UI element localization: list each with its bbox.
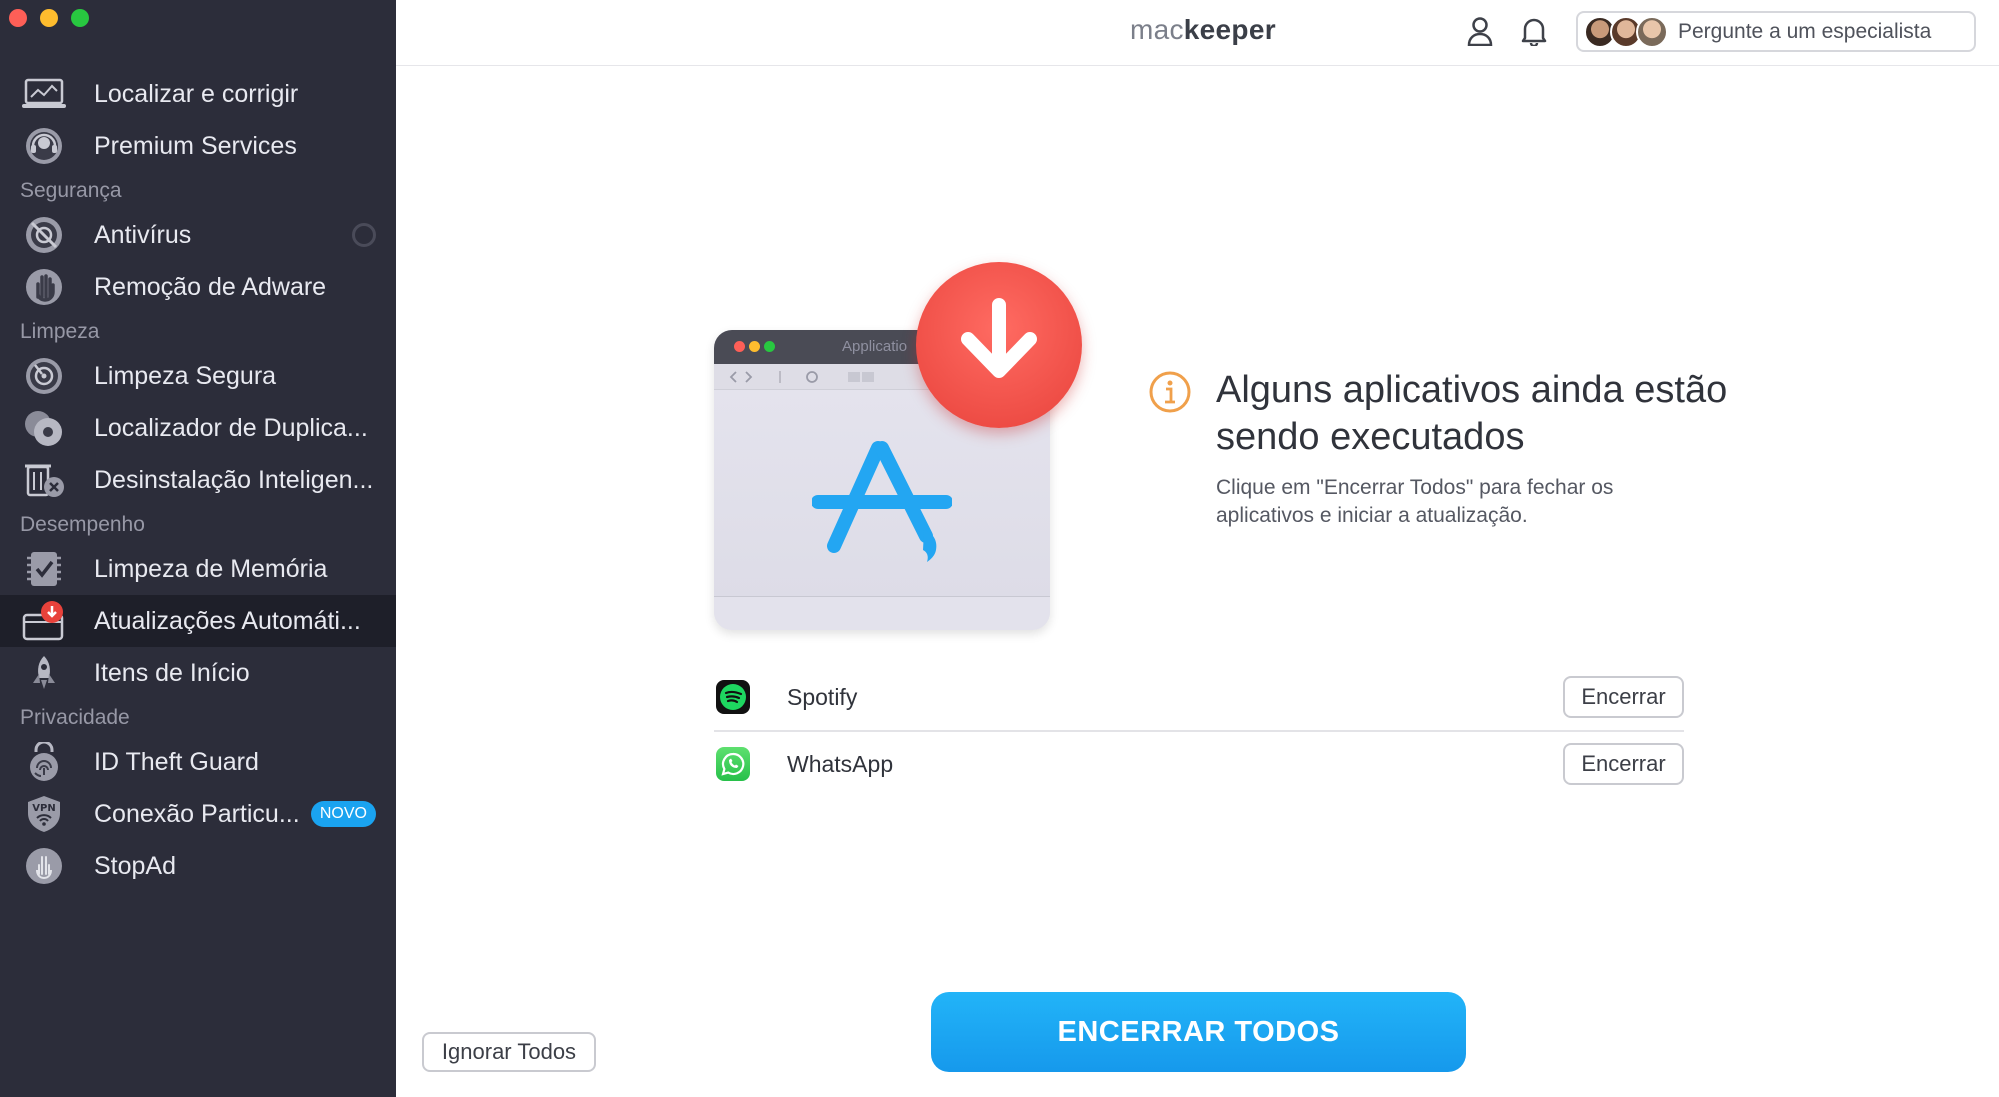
window-controls: [9, 9, 89, 27]
notifications-bell-icon[interactable]: [1518, 15, 1550, 47]
sidebar-item-label: Premium Services: [94, 131, 297, 160]
whatsapp-icon: [716, 747, 750, 781]
uninstall-icon: [22, 460, 66, 500]
sidebar-item-vpn[interactable]: VPN Conexão Particu... NOVO: [0, 788, 396, 840]
sidebar-item-label: StopAd: [94, 851, 177, 880]
disk-icon: [22, 356, 66, 396]
sidebar-item-login-items[interactable]: Itens de Início: [0, 647, 396, 699]
list-item: WhatsApp Encerrar: [714, 730, 1684, 796]
headset-icon: [22, 126, 66, 166]
sidebar-item-premium-services[interactable]: Premium Services: [0, 120, 396, 172]
sidebar-nav: Localizar e corrigir Premium Services Se…: [0, 68, 396, 892]
sidebar-item-label: ID Theft Guard: [94, 747, 259, 776]
app-name: Spotify: [787, 683, 858, 710]
avatar: [1636, 16, 1668, 48]
sidebar-item-safe-cleanup[interactable]: Limpeza Segura: [0, 350, 396, 402]
sidebar-item-label: Antivírus: [94, 220, 192, 249]
sidebar-item-label: Desinstalação Inteligen...: [94, 465, 374, 494]
fingerprint-icon: [22, 742, 66, 782]
memory-icon: [22, 549, 66, 589]
sidebar-item-duplicates-finder[interactable]: Localizador de Duplica...: [0, 402, 396, 454]
spotify-icon: [716, 680, 750, 714]
info-icon: [1148, 370, 1192, 414]
download-arrow-icon: [916, 262, 1082, 428]
sidebar: Localizar e corrigir Premium Services Se…: [0, 0, 396, 1097]
update-illustration: Applicatio: [712, 260, 1084, 632]
mackeeper-logo: mackeeper: [1130, 14, 1276, 45]
sidebar-item-stopad[interactable]: StopAd: [0, 840, 396, 892]
zoom-window-button[interactable]: [71, 9, 89, 27]
sidebar-section-cleaning: Limpeza: [20, 319, 100, 343]
ask-expert-button[interactable]: Pergunte a um especialista: [1576, 11, 1976, 52]
sidebar-item-label: Localizar e corrigir: [94, 79, 299, 108]
end-whatsapp-button[interactable]: Encerrar: [1563, 743, 1684, 785]
end-spotify-button[interactable]: Encerrar: [1563, 676, 1684, 718]
laptop-icon: [22, 74, 66, 114]
svg-text:VPN: VPN: [32, 803, 55, 814]
vpn-icon: VPN: [22, 794, 66, 834]
ignore-all-button[interactable]: Ignorar Todos: [422, 1032, 596, 1072]
close-window-button[interactable]: [9, 9, 27, 27]
sidebar-section-privacy: Privacidade: [20, 705, 130, 729]
sidebar-item-label: Itens de Início: [94, 658, 250, 687]
ask-expert-label: Pergunte a um especialista: [1678, 19, 1932, 43]
sidebar-item-label: Limpeza de Memória: [94, 554, 328, 583]
top-bar: mackeeper Pergunte a um especialista: [396, 0, 1999, 66]
sidebar-item-id-theft-guard[interactable]: ID Theft Guard: [0, 736, 396, 788]
sidebar-section-performance: Desempenho: [20, 512, 145, 536]
account-icon[interactable]: [1464, 15, 1496, 47]
duplicates-icon: [22, 408, 66, 448]
antivirus-status-toggle[interactable]: [352, 223, 376, 247]
sidebar-item-label: Remoção de Adware: [94, 272, 327, 301]
end-all-button[interactable]: ENCERRAR TODOS: [931, 992, 1466, 1072]
apps-running-title: Alguns aplicativos ainda estão sendo exe…: [1216, 369, 1728, 458]
rocket-icon: [22, 653, 66, 693]
running-apps-list: Spotify Encerrar WhatsApp Encerrar: [714, 664, 1684, 796]
antivirus-icon: [22, 215, 66, 255]
sidebar-item-find-and-fix[interactable]: Localizar e corrigir: [0, 68, 396, 120]
sidebar-item-adware-removal[interactable]: Remoção de Adware: [0, 261, 396, 313]
sidebar-item-label: Localizador de Duplica...: [94, 413, 368, 442]
app-store-icon: [811, 434, 953, 569]
list-item: Spotify Encerrar: [714, 664, 1684, 730]
stopad-icon: [22, 846, 66, 886]
hand-icon: [22, 267, 66, 307]
sidebar-item-smart-uninstaller[interactable]: Desinstalação Inteligen...: [0, 454, 396, 506]
sidebar-item-memory-cleaner[interactable]: Limpeza de Memória: [0, 543, 396, 595]
apps-running-subtitle: Clique em "Encerrar Todos" para fechar o…: [1216, 476, 1614, 527]
minimize-window-button[interactable]: [40, 9, 58, 27]
sidebar-item-antivirus[interactable]: Antivírus: [0, 209, 396, 261]
expert-avatars: [1584, 16, 1668, 48]
sidebar-item-label: Conexão Particu...: [94, 799, 300, 828]
illustration-window-title: Applicatio: [842, 338, 908, 355]
sidebar-item-label: Limpeza Segura: [94, 361, 277, 390]
new-badge: NOVO: [310, 801, 376, 827]
sidebar-item-label: Atualizações Automáti...: [94, 606, 361, 635]
sidebar-item-auto-updates[interactable]: Atualizações Automáti...: [0, 595, 396, 647]
app-name: WhatsApp: [787, 750, 894, 777]
sidebar-section-security: Segurança: [20, 178, 122, 202]
update-icon: [22, 601, 66, 641]
